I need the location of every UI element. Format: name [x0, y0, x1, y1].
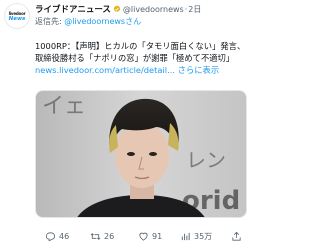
retweet-count: 26	[104, 231, 115, 241]
reply-icon	[45, 231, 56, 241]
tweet-text-line: 1000RP：【声明】ヒカルの「タモリ面白くない」発言、	[35, 41, 246, 51]
tweet-text-line: 取締役勝村る「ナポリの窓」が謝罪「極めて不適切」	[35, 53, 235, 63]
verified-badge-icon	[113, 5, 121, 12]
like-count: 91	[152, 231, 163, 241]
like-button[interactable]: 91	[138, 231, 162, 242]
views-button[interactable]: 35万	[180, 231, 212, 242]
timestamp[interactable]: 2日	[188, 4, 201, 15]
avatar[interactable]: livedoor News	[4, 3, 30, 29]
tweet-header: ライブドアニュース @livedoornews · 2日	[35, 3, 247, 16]
avatar-logo-bottom: News	[8, 15, 26, 22]
action-bar: 46 26 91 35万	[35, 228, 247, 244]
share-icon	[232, 231, 241, 241]
heart-icon	[139, 232, 148, 241]
views-count: 35万	[194, 231, 213, 241]
reply-to-label: 返信先:	[35, 17, 65, 26]
reply-to-mention[interactable]: @livedoornewsさん	[64, 17, 141, 26]
backdrop-text-mid: レン	[186, 148, 226, 172]
reply-count: 46	[59, 231, 70, 241]
display-name[interactable]: ライブドアニュース	[35, 3, 111, 15]
share-button[interactable]	[231, 231, 245, 242]
separator-dot: ·	[184, 4, 188, 14]
views-icon	[181, 232, 190, 240]
tweet[interactable]: livedoor News ライブドアニュース @livedoornews · …	[0, 0, 250, 250]
reply-to-line: 返信先: @livedoornewsさん	[35, 16, 141, 27]
backdrop-text-top: イェ	[42, 94, 86, 119]
retweet-icon	[90, 232, 101, 240]
article-link[interactable]: news.livedoor.com/article/detail... さらに表…	[35, 64, 247, 76]
tweet-media[interactable]: イェ レン orid	[35, 90, 247, 218]
handle[interactable]: @livedoornews	[123, 5, 184, 14]
retweet-button[interactable]: 26	[90, 231, 114, 242]
media-photo: イェ レン orid	[36, 91, 246, 217]
reply-button[interactable]: 46	[45, 231, 69, 242]
tweet-text: 1000RP：【声明】ヒカルの「タモリ面白くない」発言、 取締役勝村る「ナポリの…	[35, 40, 247, 76]
